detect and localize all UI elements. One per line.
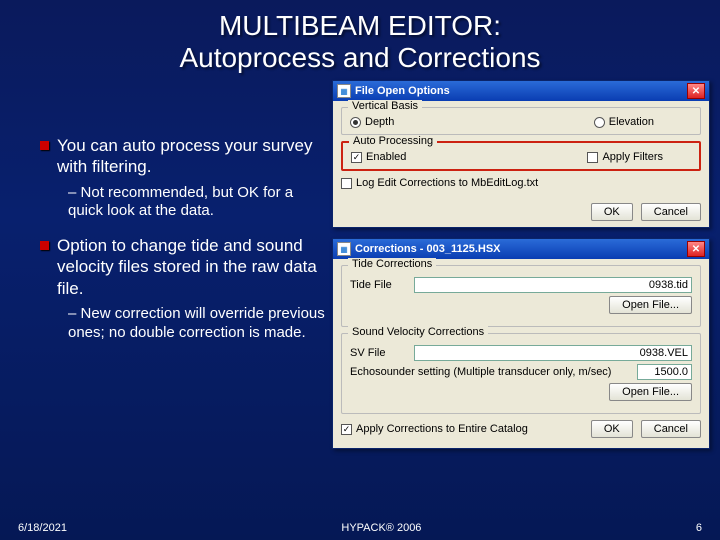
titlebar: ▦ Corrections - 003_1125.HSX ✕ bbox=[333, 239, 709, 259]
echosounder-field[interactable]: 1500.0 bbox=[637, 364, 692, 380]
bullet-2: Option to change tide and sound velocity… bbox=[57, 235, 326, 299]
tide-file-label: Tide File bbox=[350, 279, 408, 291]
group-label: Auto Processing bbox=[349, 135, 437, 147]
title-line-2: Autoprocess and Corrections bbox=[179, 42, 540, 73]
ok-button[interactable]: OK bbox=[591, 420, 633, 438]
title-line-1: MULTIBEAM EDITOR: bbox=[219, 10, 501, 41]
open-sv-button[interactable]: Open File... bbox=[609, 383, 692, 401]
enabled-checkbox[interactable]: ✓Enabled bbox=[351, 151, 406, 163]
bullet-1-sub: Not recommended, but OK for a quick look… bbox=[68, 184, 326, 222]
group-label: Sound Velocity Corrections bbox=[348, 326, 488, 338]
corrections-window: ▦ Corrections - 003_1125.HSX ✕ Tide Corr… bbox=[332, 238, 710, 449]
bullet-icon bbox=[40, 141, 49, 150]
titlebar: ▦ File Open Options ✕ bbox=[333, 81, 709, 101]
apply-all-checkbox[interactable]: ✓Apply Corrections to Entire Catalog bbox=[341, 423, 528, 435]
tide-corrections-group: Tide Corrections Tide File 0938.tid Open… bbox=[341, 265, 701, 327]
echosounder-label: Echosounder setting (Multiple transducer… bbox=[350, 366, 631, 378]
bullet-2-sub: New correction will override previous on… bbox=[68, 305, 326, 343]
app-icon: ▦ bbox=[337, 242, 351, 256]
cancel-button[interactable]: Cancel bbox=[641, 203, 701, 221]
sv-corrections-group: Sound Velocity Corrections SV File 0938.… bbox=[341, 333, 701, 414]
close-icon[interactable]: ✕ bbox=[687, 83, 705, 99]
open-tide-button[interactable]: Open File... bbox=[609, 296, 692, 314]
sv-file-label: SV File bbox=[350, 347, 408, 359]
apply-filters-checkbox[interactable]: Apply Filters bbox=[587, 151, 663, 163]
sv-file-field[interactable]: 0938.VEL bbox=[414, 345, 692, 361]
elevation-radio[interactable]: Elevation bbox=[594, 116, 654, 128]
group-label: Tide Corrections bbox=[348, 258, 436, 270]
ok-button[interactable]: OK bbox=[591, 203, 633, 221]
log-edit-checkbox[interactable]: Log Edit Corrections to MbEditLog.txt bbox=[341, 177, 538, 189]
bullet-1: You can auto process your survey with fi… bbox=[57, 135, 326, 178]
close-icon[interactable]: ✕ bbox=[687, 241, 705, 257]
slide-title: MULTIBEAM EDITOR: Autoprocess and Correc… bbox=[0, 0, 720, 80]
footer-center: HYPACK® 2006 bbox=[67, 522, 696, 534]
app-icon: ▦ bbox=[337, 84, 351, 98]
slide-number: 6 bbox=[696, 522, 702, 534]
tide-file-field[interactable]: 0938.tid bbox=[414, 277, 692, 293]
depth-radio[interactable]: Depth bbox=[350, 116, 394, 128]
bullet-icon bbox=[40, 241, 49, 250]
vertical-basis-group: Vertical Basis Depth Elevation bbox=[341, 107, 701, 135]
text-column: You can auto process your survey with fi… bbox=[10, 80, 332, 459]
cancel-button[interactable]: Cancel bbox=[641, 420, 701, 438]
window-title: File Open Options bbox=[355, 85, 450, 97]
group-label: Vertical Basis bbox=[348, 100, 422, 112]
slide-footer: 6/18/2021 HYPACK® 2006 6 bbox=[0, 522, 720, 534]
auto-processing-group: Auto Processing ✓Enabled Apply Filters bbox=[341, 141, 701, 171]
footer-date: 6/18/2021 bbox=[18, 522, 67, 534]
window-title: Corrections - 003_1125.HSX bbox=[355, 243, 501, 255]
file-open-options-window: ▦ File Open Options ✕ Vertical Basis Dep… bbox=[332, 80, 710, 228]
